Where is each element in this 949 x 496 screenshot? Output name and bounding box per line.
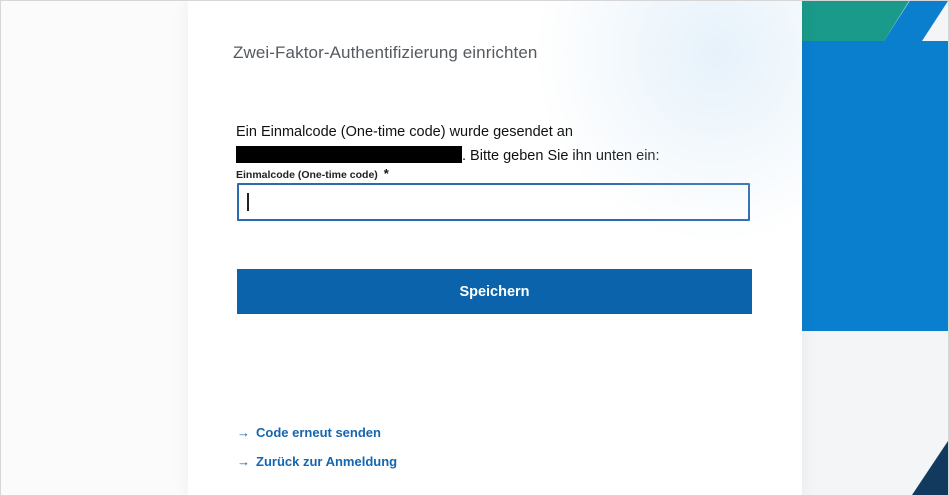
text-caret xyxy=(247,193,249,211)
save-button[interactable]: Speichern xyxy=(237,269,752,314)
code-field-label: Einmalcode (One-time code) * xyxy=(236,166,389,181)
decorative-shapes xyxy=(802,1,948,495)
message-line-1: Ein Einmalcode (One-time code) wurde ges… xyxy=(236,124,573,140)
one-time-code-input[interactable] xyxy=(237,183,750,221)
decorative-background xyxy=(802,1,948,495)
page-title: Zwei-Faktor-Authentifizierung einrichten xyxy=(233,43,538,62)
login-card: Zwei-Faktor-Authentifizierung einrichten… xyxy=(188,1,802,495)
arrow-right-icon: → xyxy=(237,425,250,440)
code-field-label-text: Einmalcode (One-time code) xyxy=(236,169,378,181)
back-to-login-link[interactable]: → Zurück zur Anmeldung xyxy=(237,454,397,469)
required-marker: * xyxy=(383,166,389,181)
light-bottom-shape xyxy=(802,331,948,495)
browser-frame: Zwei-Faktor-Authentifizierung einrichten… xyxy=(0,0,949,496)
redacted-email xyxy=(236,146,462,163)
blue-shape xyxy=(802,1,948,331)
instruction-message: Ein Einmalcode (One-time code) wurde ges… xyxy=(236,120,756,168)
arrow-right-icon: → xyxy=(237,454,250,469)
resend-code-link[interactable]: → Code erneut senden xyxy=(237,425,381,440)
message-line-2: . Bitte geben Sie ihn unten ein: xyxy=(462,148,660,164)
resend-code-label: Code erneut senden xyxy=(256,425,381,440)
back-to-login-label: Zurück zur Anmeldung xyxy=(256,454,398,469)
